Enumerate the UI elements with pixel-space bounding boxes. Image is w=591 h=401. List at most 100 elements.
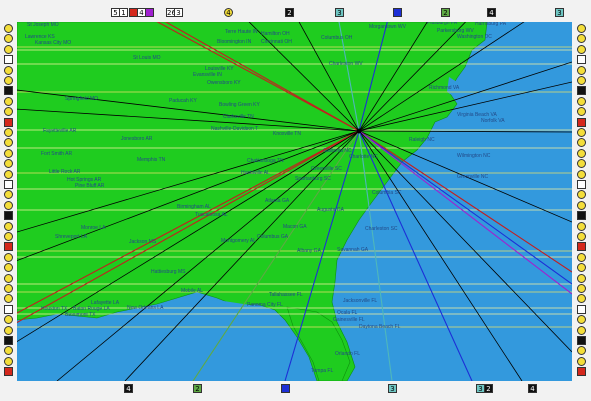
left-rail-marker-0[interactable] <box>4 24 13 33</box>
map-application: 5 1 4 26 3 4 2 3 2 4 3 423324 St Joseph MO Lawrence… <box>0 0 591 401</box>
right-rail-marker-33[interactable] <box>577 367 586 377</box>
bottom-marker-1[interactable]: 2 <box>193 384 202 393</box>
bottom-marker-5[interactable]: 2 <box>484 384 493 393</box>
city-label: Owensboro KY <box>207 80 241 86</box>
left-rail-marker-18[interactable] <box>4 211 13 221</box>
bottom-marker-6[interactable]: 4 <box>528 384 537 393</box>
left-rail-marker-7[interactable] <box>4 96 13 106</box>
right-rail-marker-13[interactable] <box>577 159 586 169</box>
city-label: Shreveport LA <box>55 234 88 240</box>
right-rail-marker-31[interactable] <box>577 346 586 356</box>
right-rail-marker-17[interactable] <box>577 200 586 210</box>
left-rail-marker-2[interactable] <box>4 44 13 54</box>
left-rail-marker-32[interactable] <box>4 356 13 366</box>
right-rail-marker-3[interactable] <box>577 55 586 65</box>
left-rail-marker-1[interactable] <box>4 34 13 44</box>
right-rail-marker-15[interactable] <box>577 180 586 189</box>
left-rail-marker-11[interactable] <box>4 138 13 148</box>
top-marker-13[interactable]: 3 <box>555 8 564 17</box>
left-rail-marker-6[interactable] <box>4 86 13 96</box>
left-rail-marker-27[interactable] <box>4 304 13 314</box>
right-rail-marker-12[interactable] <box>577 148 586 158</box>
left-rail-marker-8[interactable] <box>4 107 13 117</box>
city-label: Albany GA <box>297 248 322 254</box>
right-rail-marker-27[interactable] <box>577 304 586 314</box>
right-rail-marker-8[interactable] <box>577 107 586 117</box>
top-marker-10[interactable] <box>393 8 402 17</box>
bottom-marker-3[interactable]: 3 <box>388 384 397 393</box>
right-rail-marker-20[interactable] <box>577 232 586 241</box>
city-label: Pittsburgh PA <box>427 22 458 26</box>
right-rail-marker-22[interactable] <box>577 252 586 262</box>
top-marker-9[interactable]: 3 <box>335 8 344 17</box>
right-rail-marker-25[interactable] <box>577 284 586 293</box>
top-marker-4[interactable] <box>145 8 154 17</box>
right-rail-marker-18[interactable] <box>577 211 586 221</box>
right-rail-marker-32[interactable] <box>577 356 586 366</box>
left-rail-marker-17[interactable] <box>4 200 13 210</box>
right-rail-marker-24[interactable] <box>577 273 586 283</box>
right-rail-marker-7[interactable] <box>577 96 586 106</box>
right-rail-marker-5[interactable] <box>577 76 586 85</box>
city-label: Fort Smith AR <box>41 151 73 157</box>
left-rail-marker-5[interactable] <box>4 76 13 85</box>
city-label: Morgantown WV <box>369 24 407 30</box>
left-rail-marker-15[interactable] <box>4 180 13 189</box>
left-rail-marker-20[interactable] <box>4 232 13 241</box>
bottom-marker-2[interactable] <box>281 384 290 393</box>
right-rail-marker-1[interactable] <box>577 34 586 44</box>
left-rail-marker-12[interactable] <box>4 148 13 158</box>
right-rail-marker-21[interactable] <box>577 242 586 252</box>
city-label: Atlanta GA <box>265 198 290 204</box>
right-rail-marker-11[interactable] <box>577 138 586 148</box>
top-marker-bar: 5 1 4 26 3 4 2 3 2 4 3 <box>0 0 591 22</box>
left-rail-marker-10[interactable] <box>4 128 13 137</box>
left-rail-marker-30[interactable] <box>4 336 13 345</box>
city-label: Charleston SC <box>365 226 398 232</box>
left-rail-marker-21[interactable] <box>4 242 13 252</box>
top-marker-8[interactable]: 2 <box>285 8 294 17</box>
left-rail-marker-24[interactable] <box>4 273 13 283</box>
left-rail-marker-25[interactable] <box>4 284 13 293</box>
left-rail-marker-33[interactable] <box>4 367 13 377</box>
top-marker-1[interactable]: 1 <box>119 8 128 17</box>
right-rail-marker-16[interactable] <box>577 190 586 200</box>
top-marker-11[interactable]: 2 <box>441 8 450 17</box>
right-rail-marker-0[interactable] <box>577 24 586 33</box>
city-label: Clarksville TN <box>223 114 254 120</box>
left-rail-marker-4[interactable] <box>4 65 13 75</box>
city-label: Charlotte NC <box>349 154 378 160</box>
left-rail-marker-22[interactable] <box>4 252 13 262</box>
left-rail-marker-9[interactable] <box>4 117 13 127</box>
top-marker-12[interactable]: 4 <box>487 8 496 17</box>
left-rail-marker-31[interactable] <box>4 346 13 356</box>
left-rail-marker-3[interactable] <box>4 55 13 65</box>
left-rail-marker-23[interactable] <box>4 263 13 273</box>
right-rail-marker-19[interactable] <box>577 221 586 231</box>
right-rail-marker-14[interactable] <box>577 169 586 179</box>
right-rail-marker-29[interactable] <box>577 325 586 335</box>
city-label: Montgomery AL <box>221 238 256 244</box>
right-rail-marker-2[interactable] <box>577 44 586 54</box>
right-rail-marker-28[interactable] <box>577 315 586 325</box>
right-rail-marker-30[interactable] <box>577 336 586 345</box>
route-map[interactable]: St Joseph MOLawrence KSKansas City MOSpr… <box>17 22 572 381</box>
right-rail-marker-10[interactable] <box>577 128 586 137</box>
left-rail-marker-28[interactable] <box>4 315 13 325</box>
top-marker-7[interactable]: 4 <box>224 8 233 17</box>
left-rail-marker-29[interactable] <box>4 325 13 335</box>
left-rail-marker-19[interactable] <box>4 221 13 231</box>
bottom-marker-0[interactable]: 4 <box>124 384 133 393</box>
top-marker-6[interactable]: 3 <box>174 8 183 17</box>
right-rail-marker-26[interactable] <box>577 294 586 304</box>
left-rail-marker-13[interactable] <box>4 159 13 169</box>
left-rail-marker-26[interactable] <box>4 294 13 304</box>
left-rail-marker-16[interactable] <box>4 190 13 200</box>
right-rail-marker-4[interactable] <box>577 65 586 75</box>
right-rail-marker-23[interactable] <box>577 263 586 273</box>
left-rail-marker-14[interactable] <box>4 169 13 179</box>
city-label: Spartanburg SC <box>295 176 331 182</box>
right-rail-marker-6[interactable] <box>577 86 586 96</box>
right-rail-marker-9[interactable] <box>577 117 586 127</box>
hub-point[interactable] <box>356 128 362 134</box>
